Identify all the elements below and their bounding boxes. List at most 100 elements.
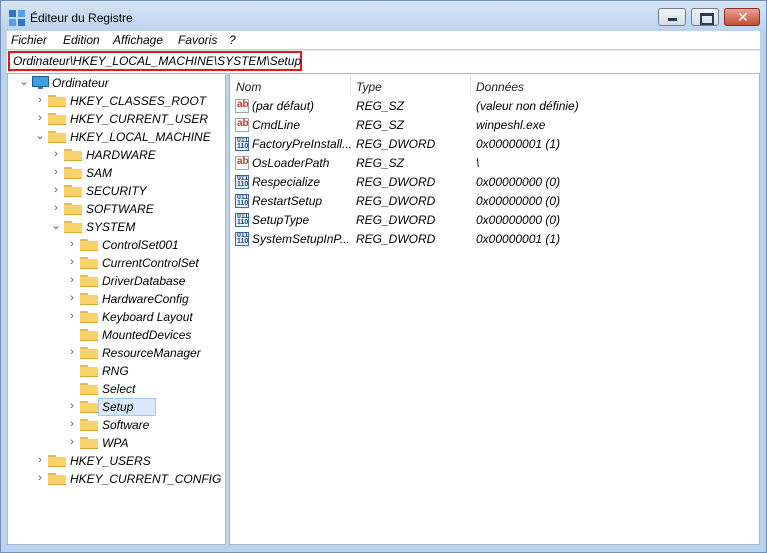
value-row[interactable]: ab (par défaut) REG_SZ (valeur non définie) [230, 97, 759, 116]
chevron-right-icon[interactable]: › [66, 344, 78, 362]
value-row[interactable]: 011 110 FactoryPreInstall... REG_DWORD 0x00… [230, 135, 759, 154]
chevron-right-icon[interactable] [66, 326, 78, 344]
value-name: (par défaut) [252, 99, 315, 113]
folder-icon [64, 221, 82, 233]
value-row[interactable]: 011 110 Respecialize REG_DWORD 0x00000000 (… [230, 173, 759, 192]
chevron-right-icon[interactable] [66, 362, 78, 380]
values-list-pane[interactable]: Nom Type Données ab (par défaut) REG_SZ (va… [229, 73, 760, 545]
value-row[interactable]: ab OsLoaderPath REG_SZ \ [230, 154, 759, 173]
chevron-right-icon[interactable]: › [50, 164, 62, 182]
tree-node-label: ResourceManager [102, 346, 201, 360]
chevron-right-icon[interactable]: › [50, 146, 62, 164]
chevron-right-icon[interactable]: › [66, 254, 78, 272]
tree-node[interactable]: › HKEY_CURRENT_CONFIG [8, 470, 224, 488]
chevron-right-icon[interactable]: › [66, 434, 78, 452]
column-separator[interactable] [350, 74, 351, 96]
tree-node[interactable]: › Software [8, 416, 224, 434]
tree-node[interactable]: ⌄ HKEY_LOCAL_MACHINE [8, 128, 224, 146]
tree-node[interactable]: › HKEY_CLASSES_ROOT [8, 92, 224, 110]
address-path[interactable]: Ordinateur\HKEY_LOCAL_MACHINE\SYSTEM\Set… [13, 54, 301, 68]
tree-node[interactable]: › CurrentControlSet [8, 254, 224, 272]
value-icon-glyph: ab [237, 99, 249, 110]
tree-node[interactable]: › HKEY_USERS [8, 452, 224, 470]
tree-node[interactable]: › WPA [8, 434, 224, 452]
chevron-right-icon[interactable]: › [66, 308, 78, 326]
dword-value-icon: 011 110 [235, 194, 249, 208]
tree-node-label: Software [102, 418, 150, 432]
folder-icon [80, 275, 98, 287]
column-separator[interactable] [470, 74, 471, 96]
chevron-right-icon[interactable]: › [50, 200, 62, 218]
value-row[interactable]: 011 110 SystemSetupInP... REG_DWORD 0x00000… [230, 230, 759, 249]
value-data: \ [476, 156, 480, 170]
tree-node[interactable]: › HardwareConfig [8, 290, 224, 308]
tree-node[interactable]: › ControlSet001 [8, 236, 224, 254]
value-name: OsLoaderPath [252, 156, 330, 170]
window-title: Éditeur du Registre [30, 11, 133, 25]
dword-value-icon: 011 110 [235, 175, 249, 189]
tree-node-label: HKEY_CLASSES_ROOT [70, 94, 207, 108]
registry-editor-icon [9, 10, 25, 26]
tree-node-label: SAM [86, 166, 113, 180]
tree-node-label: RNG [102, 364, 129, 378]
title-bar[interactable]: Éditeur du Registre ✕ [1, 1, 766, 31]
chevron-down-icon[interactable]: ⌄ [50, 218, 62, 236]
chevron-right-icon[interactable]: › [34, 110, 46, 128]
key-tree-pane[interactable]: ⌄ Ordinateur › HKEY_CLASSES_ROOT › HKEY_CURRE… [7, 73, 226, 545]
chevron-right-icon[interactable]: › [66, 290, 78, 308]
tree-node-label: HKEY_CURRENT_USER [70, 112, 209, 126]
menu-favoris[interactable]: Favoris [178, 33, 217, 47]
chevron-right-icon[interactable]: › [34, 92, 46, 110]
column-header-data[interactable]: Données [476, 80, 524, 94]
minimize-button[interactable] [658, 8, 686, 26]
chevron-right-icon[interactable]: › [50, 182, 62, 200]
tree-node-label: HKEY_LOCAL_MACHINE [70, 130, 211, 144]
tree-node[interactable]: ⌄ SYSTEM [8, 218, 224, 236]
menu-edition[interactable]: Edition [63, 33, 100, 47]
tree-node[interactable]: › HKEY_CURRENT_USER [8, 110, 224, 128]
menu-affichage[interactable]: Affichage [113, 33, 163, 47]
address-bar[interactable]: Ordinateur\HKEY_LOCAL_MACHINE\SYSTEM\Set… [7, 50, 760, 73]
tree-node-label: ControlSet001 [102, 238, 179, 252]
chevron-right-icon[interactable]: › [66, 236, 78, 254]
value-row[interactable]: 011 110 SetupType REG_DWORD 0x00000000 (0) [230, 211, 759, 230]
tree-node[interactable]: › Keyboard Layout [8, 308, 224, 326]
chevron-right-icon[interactable]: › [66, 272, 78, 290]
tree-node-label: SOFTWARE [86, 202, 154, 216]
tree-node[interactable]: MountedDevices [8, 326, 224, 344]
folder-icon [80, 365, 98, 377]
tree-node[interactable]: › Setup [8, 398, 224, 416]
tree-node[interactable]: ⌄ Ordinateur [8, 74, 224, 92]
value-row[interactable]: ab CmdLine REG_SZ winpeshl.exe [230, 116, 759, 135]
tree-node[interactable]: › DriverDatabase [8, 272, 224, 290]
tree-node[interactable]: › HARDWARE [8, 146, 224, 164]
chevron-down-icon[interactable]: ⌄ [34, 128, 46, 146]
chevron-right-icon[interactable]: › [66, 398, 78, 416]
chevron-right-icon[interactable] [66, 380, 78, 398]
menu-help[interactable]: ? [229, 33, 236, 47]
tree-node[interactable]: Select [8, 380, 224, 398]
tree-node[interactable]: › ResourceManager [8, 344, 224, 362]
menu-fichier[interactable]: Fichier [11, 33, 47, 47]
value-data: (valeur non définie) [476, 99, 579, 113]
chevron-right-icon[interactable]: › [34, 470, 46, 488]
chevron-down-icon[interactable]: ⌄ [18, 74, 30, 92]
column-header-type[interactable]: Type [356, 80, 382, 94]
maximize-button[interactable] [691, 8, 719, 26]
folder-icon [80, 437, 98, 449]
tree-node[interactable]: › SOFTWARE [8, 200, 224, 218]
folder-icon [80, 329, 98, 341]
tree-node[interactable]: RNG [8, 362, 224, 380]
tree-node-label: Keyboard Layout [102, 310, 193, 324]
tree-node[interactable]: › SECURITY [8, 182, 224, 200]
tree-node-label: DriverDatabase [102, 274, 186, 288]
chevron-right-icon[interactable]: › [66, 416, 78, 434]
column-header-name[interactable]: Nom [236, 80, 261, 94]
folder-icon [64, 149, 82, 161]
close-button[interactable]: ✕ [724, 8, 760, 26]
value-icon-glyph: 011 110 [237, 137, 249, 150]
value-row[interactable]: 011 110 RestartSetup REG_DWORD 0x00000000 (… [230, 192, 759, 211]
tree-node[interactable]: › SAM [8, 164, 224, 182]
close-icon: ✕ [737, 9, 749, 25]
chevron-right-icon[interactable]: › [34, 452, 46, 470]
